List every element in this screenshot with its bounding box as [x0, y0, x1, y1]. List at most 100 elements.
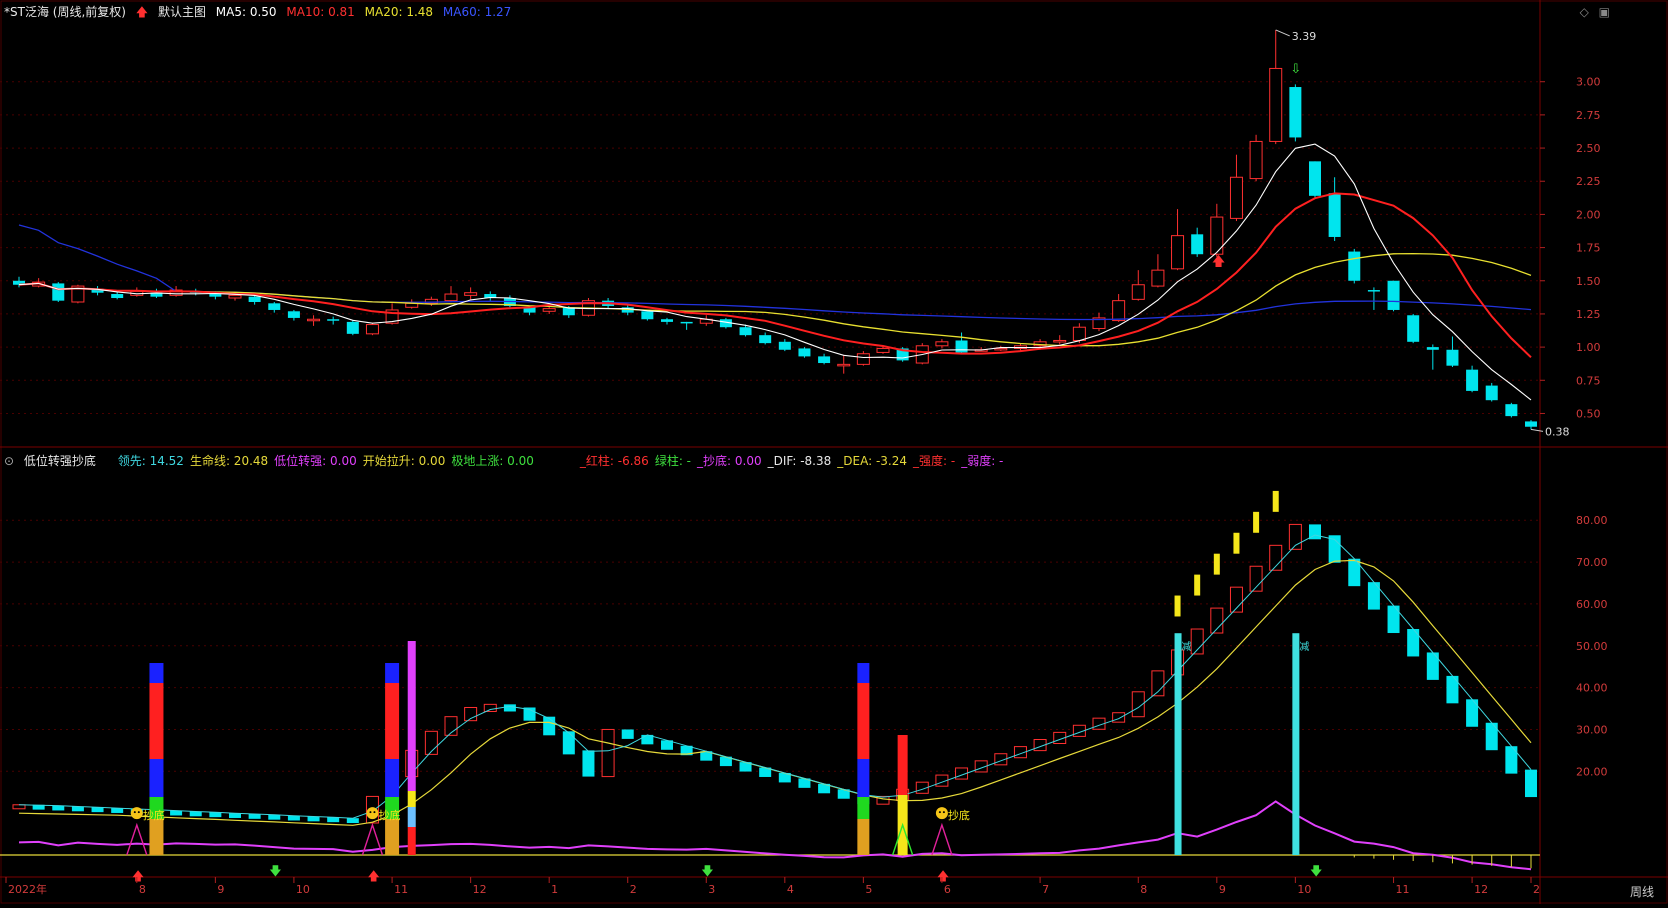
indicator-tick-label: 40.00: [1576, 682, 1608, 695]
reduce-label: 减: [1182, 641, 1192, 653]
oscillator-bar-down: [346, 818, 359, 824]
red-up-arrow-icon: 🡅: [135, 5, 149, 19]
period-label[interactable]: 周线: [1630, 883, 1654, 900]
candle-down: [739, 327, 752, 336]
price-tick-label: 1.50: [1576, 275, 1601, 288]
kline-chart[interactable]: 3.39 0.38 ⇩ 🡅 减 减抄底 抄底 抄底 🡅 🡅 🡅 🡇 🡇 🡇 3.00 2.75 2.50 2.…: [0, 0, 1668, 904]
signal-label: 抄底: [378, 808, 400, 822]
signal-bar-segment: [385, 663, 400, 683]
oscillator-bar-down: [268, 814, 281, 820]
indicator-name[interactable]: 低位转强抄底: [24, 454, 96, 468]
signal-bar-segment: [407, 827, 416, 855]
time-tick-label: 2022年: [8, 882, 47, 896]
oscillator-bar-down: [229, 813, 241, 818]
face-eye: [137, 811, 140, 814]
strength-mark: [1272, 490, 1279, 512]
oscillator-bar-down: [1426, 652, 1439, 680]
candle-down: [680, 321, 693, 324]
price-tick-label: 2.00: [1576, 208, 1601, 221]
template-name[interactable]: 默认主图: [158, 5, 206, 19]
low-price-label: 0.38: [1545, 425, 1570, 438]
signal-bar-segment: [857, 819, 870, 855]
signal-label: 抄底: [948, 808, 970, 822]
chart-stage[interactable]: 3.39 0.38 ⇩ 🡅 减 减抄底 抄底 抄底 🡅 🡅 🡅 🡇 🡇 🡇 3.00 2.75 2.50 2.…: [0, 0, 1668, 904]
collapse-icon[interactable]: ⊙: [4, 454, 14, 468]
candle-down: [1191, 234, 1204, 255]
time-tick-label: 9: [1219, 883, 1226, 896]
candle-down: [1387, 280, 1400, 310]
oscillator-bar-down: [170, 810, 183, 816]
oscillator-bar-down: [543, 716, 556, 736]
high-price-label: 3.39: [1292, 30, 1317, 43]
reduce-label: 减: [1299, 641, 1309, 653]
signal-bar-segment: [385, 759, 400, 797]
low-pointer: [1530, 428, 1544, 432]
time-tick-label: 2: [1533, 883, 1540, 896]
indicator-item: 极地上涨: 0.00: [451, 454, 534, 468]
candle-up: [1229, 176, 1243, 219]
ma60-line: [18, 224, 1532, 321]
dif-line: [18, 800, 1532, 871]
time-tick-label: 3: [708, 883, 715, 896]
face-eye: [133, 811, 136, 814]
signal-bar-segment: [385, 819, 400, 855]
candle-down: [641, 311, 654, 320]
stock-symbol[interactable]: *ST泛海 (周线,前复权): [4, 5, 126, 19]
candle-down: [1407, 315, 1420, 342]
candle-down: [759, 335, 772, 344]
signal-bar-segment: [857, 797, 870, 819]
strength-mark: [1194, 574, 1201, 596]
indicator-tick-label: 50.00: [1576, 640, 1608, 653]
price-tick-label: 1.25: [1576, 308, 1601, 321]
oscillator-bar-down: [1466, 699, 1479, 727]
candle-up: [542, 308, 556, 312]
diamond-icon[interactable]: ◇: [1580, 5, 1589, 19]
oscillator-bar-down: [209, 812, 222, 818]
price-panel[interactable]: 3.39 0.38 ⇩ 🡅: [13, 29, 1570, 438]
time-tick-label: 12: [1474, 883, 1488, 896]
candle-down: [1289, 87, 1302, 138]
maximize-icon[interactable]: ▣: [1599, 5, 1610, 19]
time-tick-label: 10: [296, 883, 310, 896]
oscillator-bar-down: [1348, 558, 1361, 587]
price-tick-label: 2.25: [1576, 175, 1601, 188]
time-tick-label: 10: [1297, 883, 1311, 896]
strength-mark: [1213, 553, 1220, 575]
oscillator-bar-down: [1505, 746, 1518, 774]
indicator-tick-label: 60.00: [1576, 598, 1608, 611]
price-tick-label: 2.75: [1576, 109, 1601, 122]
signal-bar-segment: [407, 791, 416, 807]
signal-label: 抄底: [143, 808, 165, 822]
candle-down: [1367, 290, 1380, 292]
green-down-arrow-icon: 🡇: [1310, 864, 1322, 878]
candle-up: [228, 294, 242, 299]
signal-bar-segment: [149, 759, 164, 797]
oscillator-bar-down: [1525, 769, 1537, 798]
candle-down: [1525, 421, 1537, 427]
signal-bar-segment: [385, 683, 400, 759]
indicator-item: _红柱: -6.86: [579, 454, 649, 468]
oscillator-bar-down: [91, 807, 104, 813]
indicator-panel[interactable]: 减 减抄底 抄底 抄底 🡅 🡅 🡅 🡇 🡇 🡇: [0, 490, 1540, 883]
ma20-value: MA20: 1.48: [364, 5, 434, 19]
green-down-arrow-icon: 🡇: [701, 864, 713, 878]
oscillator-bar-down: [1407, 629, 1420, 657]
indicator-tick-label: 30.00: [1576, 723, 1608, 736]
time-tick-label: 11: [1396, 883, 1410, 896]
reduce-bar: [1174, 633, 1182, 855]
candle-down: [111, 294, 124, 299]
candle-down: [955, 340, 968, 353]
candle-down: [1446, 349, 1459, 366]
oscillator-bar-down: [503, 704, 516, 712]
oscillator-bar-down: [111, 808, 124, 813]
indicator-item: _DEA: -3.24: [837, 454, 907, 468]
indicator-item: 开始拉升: 0.00: [362, 454, 446, 468]
candle-up: [935, 341, 949, 347]
oscillator-bar-down: [562, 731, 575, 755]
indicator-tick-label: 70.00: [1576, 556, 1608, 569]
candle-up: [365, 324, 379, 335]
candle-down: [52, 283, 65, 301]
ma60-value: MA60: 1.27: [442, 5, 512, 19]
signal-bar-segment: [857, 759, 870, 797]
time-tick-label: 8: [1140, 883, 1147, 896]
